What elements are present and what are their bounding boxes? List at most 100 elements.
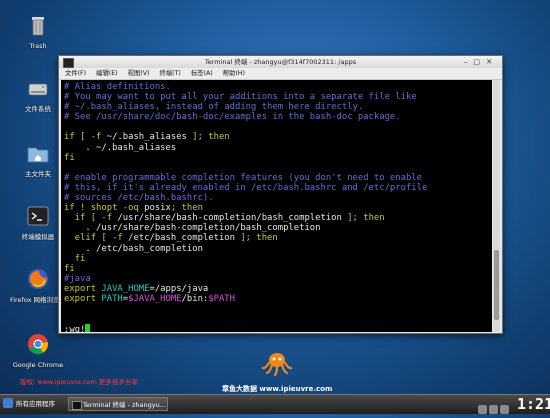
terminal-task-icon (72, 401, 82, 410)
desktop-icon-label: Trash (29, 42, 47, 50)
terminal-line: # this, if it's already enabled in /etc/… (64, 183, 492, 193)
terminal-line: fi (64, 264, 492, 274)
terminal-line: fi (64, 254, 492, 264)
terminal-line: if ! shopt -oq posix; then (64, 203, 492, 213)
octopus-logo-icon (262, 353, 292, 376)
terminal-line: # sources /etc/bash.bashrc). (64, 193, 492, 203)
terminal-line: # See /usr/share/doc/bash-doc/examples i… (64, 112, 492, 122)
window-titlebar[interactable]: Terminal 终端 - zhangyu@f314f7002311: /app… (59, 56, 502, 68)
terminal-text: export (64, 283, 102, 294)
terminal-text: :wq! (64, 325, 86, 332)
terminal-line: export PATH=$JAVA_HOME/bin:$PATH (64, 294, 492, 304)
terminal-line: . /usr/share/bash-completion/bash_comple… (64, 223, 492, 233)
menu-view[interactable]: 视图(V) (128, 70, 150, 77)
terminal-text: # ~/.bash_aliases, instead of adding the… (64, 102, 364, 113)
terminal-text: ~/.bash_aliases (106, 132, 187, 143)
trash-icon (32, 17, 44, 36)
terminal-text: ; then (170, 203, 203, 214)
terminal-text: fi (64, 263, 75, 274)
window-title: Terminal 终端 - zhangyu@f314f7002311: /app… (204, 58, 357, 66)
firefox-icon (28, 269, 48, 289)
watermark-copyright: 版权: www.ipieuvre.com 更多技术分享 (20, 378, 138, 386)
start-menu-button[interactable]: 所有应用程序 (3, 397, 55, 412)
desktop-icon-chrome[interactable]: Google Chrome (8, 331, 68, 369)
desktop-icon-trash[interactable]: Trash (8, 12, 68, 50)
chrome-icon (28, 334, 49, 355)
terminal-line: if [ -f ~/.bash_aliases ]; then (64, 132, 492, 142)
minimize-icon[interactable]: – (464, 58, 474, 66)
terminal-text: $PATH (208, 293, 235, 304)
terminal-text: if [ -f (64, 132, 107, 143)
menu-help[interactable]: 帮助(H) (223, 70, 245, 77)
terminal-text: # You may want to put all your additions… (64, 92, 417, 103)
terminal-text: /bin: (181, 293, 209, 304)
terminal-text: # See /usr/share/doc/bash-doc/examples i… (64, 112, 401, 123)
menu-file[interactable]: 文件(F) (65, 70, 86, 77)
terminal-text: ]; then (235, 233, 278, 244)
terminal-line: . /etc/bash_completion (64, 244, 492, 254)
terminal-line: # enable programmable completion feature… (64, 173, 492, 183)
terminal-text: ]; then (341, 213, 385, 224)
terminal-line: #java (64, 274, 492, 284)
terminal-text: $JAVA_HOME (128, 293, 182, 304)
terminal-app-icon (63, 58, 74, 68)
terminal-text: =/apps/java (149, 283, 209, 294)
system-tray (478, 399, 511, 414)
terminal-text: # this, if it's already enabled in /etc/… (64, 182, 428, 193)
terminal-text: PATH (101, 293, 123, 304)
terminal-text: elif [ -f (64, 233, 129, 244)
terminal-text: . /usr/share/bash-completion/bash_comple… (64, 223, 321, 234)
terminal-text: # enable programmable completion feature… (64, 172, 422, 183)
terminal-text: # sources /etc/bash.bashrc). (64, 193, 214, 204)
desktop-icon-label: Google Chrome (12, 361, 64, 369)
terminal-line: . ~/.bash_aliases (64, 143, 492, 153)
terminal-text: fi (64, 253, 86, 264)
terminal-icon (27, 206, 49, 226)
terminal-text: /usr/share/bash-completion/bash_completi… (117, 213, 342, 224)
terminal-text: /etc/bash_completion (128, 233, 235, 244)
terminal-text: export (64, 293, 102, 304)
terminal-text: . ~/.bash_aliases (64, 142, 177, 153)
terminal-line: elif [ -f /etc/bash_completion ]; then (64, 233, 492, 243)
terminal-output[interactable]: # Alias definitions. # You may want to pu… (61, 80, 492, 332)
window-controls[interactable]: –▢✕ (464, 56, 498, 68)
terminal-scrollbar[interactable] (493, 80, 500, 332)
terminal-text: JAVA_HOME (101, 283, 150, 294)
menu-terminal[interactable]: 终端(T) (160, 70, 181, 77)
terminal-text: ]; then (186, 132, 230, 143)
taskbar-terminal-label: Terminal 终端 - zhangyu... (83, 401, 166, 409)
terminal-text: fi (64, 152, 75, 163)
scrollbar-thumb[interactable] (494, 250, 499, 320)
terminal-text: if [ -f (64, 213, 118, 224)
terminal-line: # You may want to put all your additions… (64, 92, 492, 102)
maximize-icon[interactable]: ▢ (474, 58, 487, 66)
menu-edit[interactable]: 编辑(E) (96, 70, 118, 77)
terminal-text: if ! shopt -oq (64, 203, 145, 214)
start-menu-label: 所有应用程序 (16, 400, 55, 408)
taskbar-terminal-button[interactable]: Terminal 终端 - zhangyu... (68, 397, 168, 411)
menu-bar: 文件(F) 编辑(E) 视图(V) 终端(T) 标签(A) 帮助(H) (59, 68, 502, 80)
taskbar-clock[interactable]: 1:21 (517, 396, 550, 412)
terminal-line: fi (64, 153, 492, 163)
terminal-line: export JAVA_HOME=/apps/java (64, 284, 492, 294)
text-cursor (85, 324, 91, 332)
terminal-text: # Alias definitions. (64, 82, 171, 92)
terminal-text: #java (64, 273, 91, 284)
terminal-text: posix (144, 203, 171, 214)
menu-tabs[interactable]: 标签(A) (191, 70, 213, 77)
terminal-line: # Alias definitions. (64, 82, 492, 92)
taskbar: 所有应用程序 Terminal 终端 - zhangyu... (0, 394, 550, 414)
home-folder-icon (27, 147, 49, 163)
terminal-window[interactable]: Terminal 终端 - zhangyu@f314f7002311: /app… (58, 55, 503, 334)
watermark-brand: 章鱼大数据 www.ipieuvre.com (222, 385, 333, 393)
hard-drive-icon (28, 83, 48, 96)
start-menu-icon (3, 398, 13, 408)
close-icon[interactable]: ✕ (486, 58, 498, 66)
terminal-line: # ~/.bash_aliases, instead of adding the… (64, 102, 492, 112)
terminal-line: if [ -f /usr/share/bash-completion/bash_… (64, 213, 492, 223)
terminal-text: . /etc/bash_completion (64, 243, 203, 254)
